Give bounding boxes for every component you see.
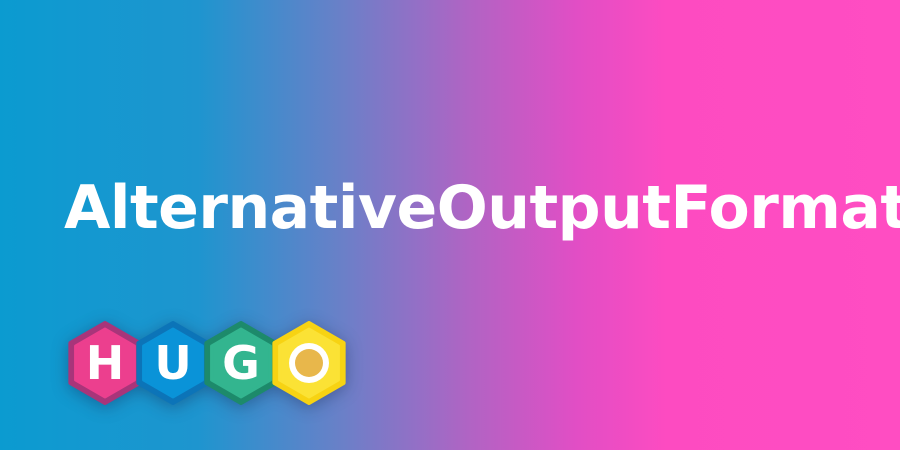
- page-title: AlternativeOutputFormats: [64, 173, 900, 243]
- logo-hex-u: U: [136, 321, 210, 405]
- logo-hex-h: H: [68, 321, 142, 405]
- hugo-logo-graphic: HUG: [68, 321, 346, 405]
- logo-letter-o-disc: [295, 349, 323, 377]
- featured-image: AlternativeOutputFormats HUG: [0, 0, 900, 450]
- logo-letter-g: G: [222, 336, 260, 390]
- logo-hex-g: G: [204, 321, 278, 405]
- logo-hex-o: [272, 321, 346, 405]
- logo-letter-u: U: [154, 336, 191, 390]
- hugo-logo: HUG: [60, 310, 400, 420]
- logo-letter-h: H: [86, 336, 125, 390]
